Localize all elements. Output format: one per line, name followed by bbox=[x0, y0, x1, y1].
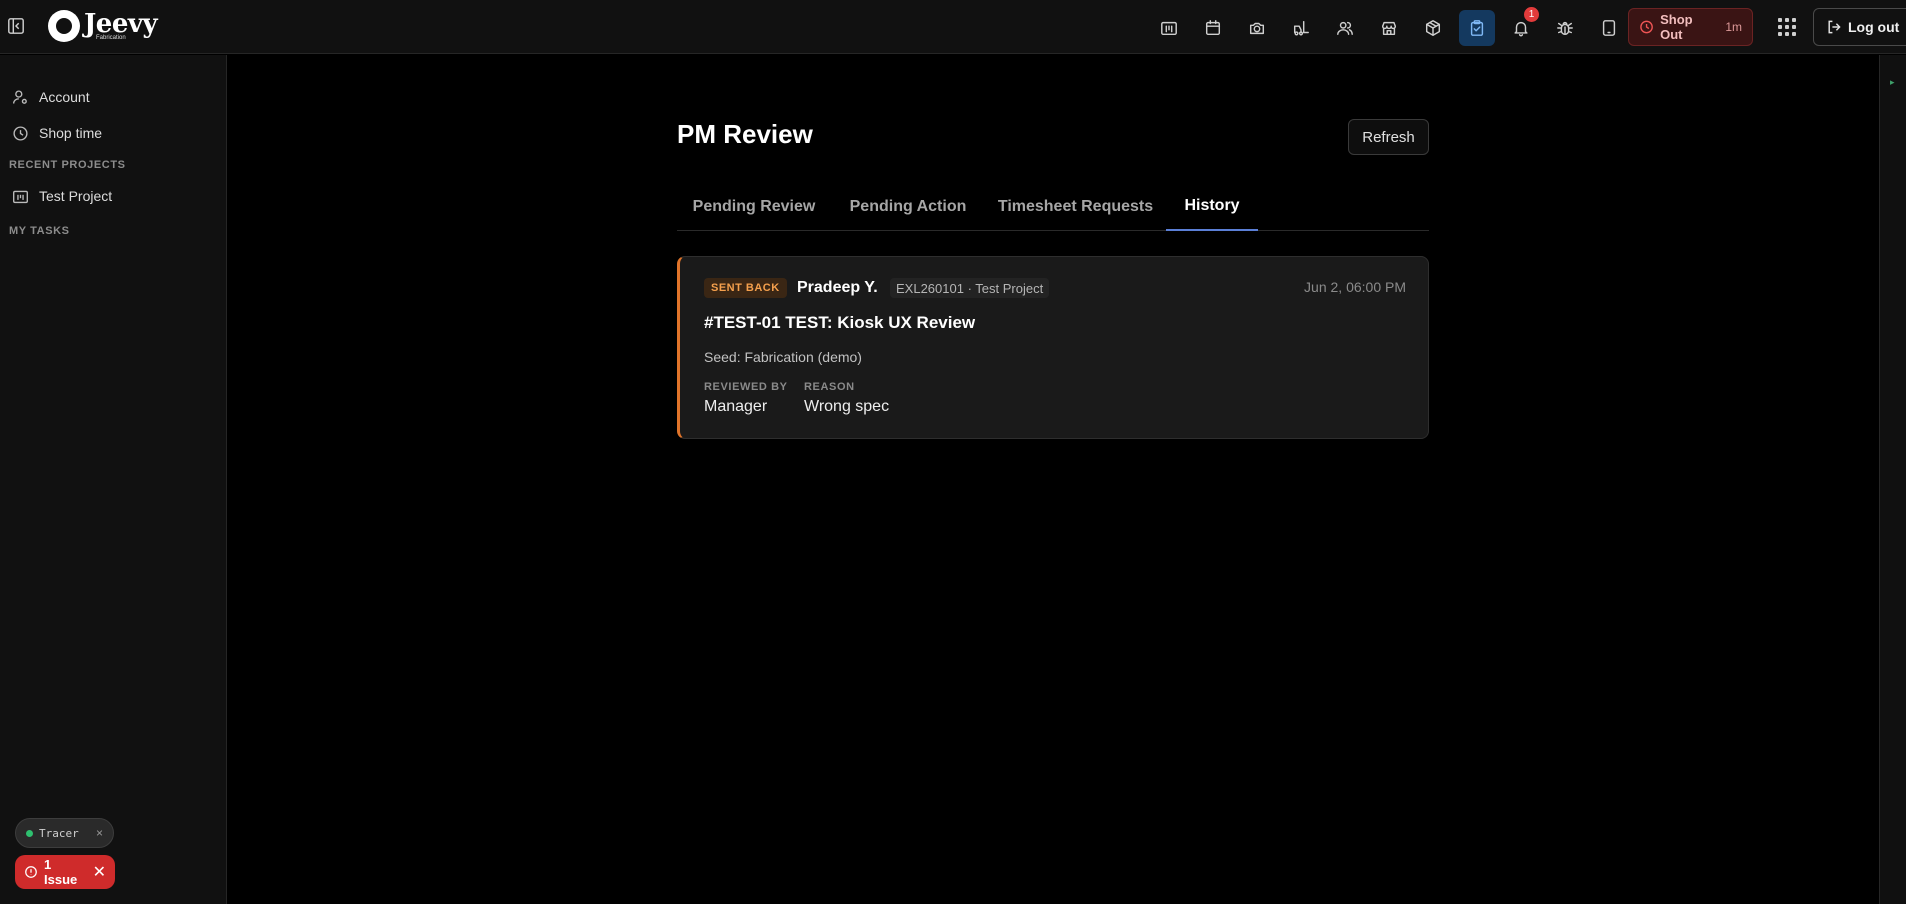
history-card[interactable]: SENT BACK Pradeep Y. EXL260101 · Test Pr… bbox=[677, 256, 1429, 439]
sidebar-item-label: Account bbox=[39, 89, 90, 105]
forklift-icon[interactable] bbox=[1283, 10, 1319, 46]
tracer-label: Tracer bbox=[39, 826, 79, 840]
issues-label: 1 Issue bbox=[44, 857, 78, 887]
status-badge: SENT BACK bbox=[704, 278, 787, 298]
tab-pending-action[interactable]: Pending Action bbox=[831, 183, 985, 231]
reviewed-by-value: Manager bbox=[704, 398, 768, 415]
clock-icon bbox=[1640, 20, 1653, 34]
top-nav: 1 bbox=[1151, 7, 1627, 46]
reason-label: REASON bbox=[804, 381, 855, 393]
alert-circle-icon bbox=[25, 866, 37, 878]
shop-out-button[interactable]: Shop Out 1m bbox=[1628, 8, 1753, 46]
bug-icon[interactable] bbox=[1547, 10, 1583, 46]
logo[interactable]: Jeevy Fabrication bbox=[48, 6, 158, 46]
package-icon[interactable] bbox=[1415, 10, 1451, 46]
users-icon[interactable] bbox=[1327, 10, 1363, 46]
sidebar-toggle-icon[interactable] bbox=[6, 16, 26, 36]
timestamp: Jun 2, 06:00 PM bbox=[1304, 279, 1406, 295]
my-tasks-heading: MY TASKS bbox=[9, 225, 70, 237]
seed-text: Seed: Fabrication (demo) bbox=[704, 349, 862, 365]
reason-value: Wrong spec bbox=[804, 398, 890, 415]
sidebar-item-account[interactable]: Account bbox=[12, 84, 90, 110]
right-rail: ▸ bbox=[1879, 55, 1906, 904]
logo-subtitle: Fabrication bbox=[96, 35, 126, 41]
close-icon[interactable]: ✕ bbox=[93, 862, 106, 882]
logout-label: Log out bbox=[1848, 19, 1900, 35]
reason-field: REASON Wrong spec bbox=[804, 381, 889, 416]
tracer-pill[interactable]: Tracer × bbox=[15, 818, 114, 848]
camera-icon[interactable] bbox=[1239, 10, 1275, 46]
store-icon[interactable] bbox=[1371, 10, 1407, 46]
tab-timesheet-requests[interactable]: Timesheet Requests bbox=[985, 183, 1166, 231]
panel-expand-icon[interactable]: ▸ bbox=[1890, 77, 1895, 88]
sidebar-item-label: Shop time bbox=[39, 125, 103, 141]
task-title: #TEST-01 TEST: Kiosk UX Review bbox=[704, 313, 976, 332]
logout-icon bbox=[1828, 20, 1841, 34]
refresh-button[interactable]: Refresh bbox=[1348, 119, 1429, 155]
logout-button[interactable]: Log out bbox=[1813, 8, 1906, 46]
shop-out-label: Shop Out bbox=[1660, 12, 1693, 42]
projects-board-icon bbox=[13, 190, 28, 203]
logo-word: Jeevy bbox=[84, 9, 158, 39]
submitter-name: Pradeep Y. bbox=[797, 279, 878, 296]
sidebar-item-label: Test Project bbox=[39, 188, 113, 204]
apps-grid-icon[interactable] bbox=[1774, 14, 1800, 40]
reviewed-by-label: REVIEWED BY bbox=[704, 381, 788, 393]
project-chip: EXL260101 · Test Project bbox=[890, 278, 1050, 298]
issues-button[interactable]: 1 Issue ✕ bbox=[15, 855, 115, 889]
tablet-icon[interactable] bbox=[1591, 10, 1627, 46]
recent-projects-heading: RECENT PROJECTS bbox=[9, 159, 126, 171]
review-tabs: Pending Review Pending Action Timesheet … bbox=[677, 183, 1429, 231]
shop-out-duration: 1m bbox=[1725, 20, 1742, 34]
sidebar: Account Shop time RECENT PROJECTS Test P… bbox=[0, 55, 227, 904]
tab-history[interactable]: History bbox=[1166, 183, 1258, 231]
clock-icon bbox=[13, 125, 28, 141]
sidebar-item-test-project[interactable]: Test Project bbox=[12, 183, 112, 209]
bell-icon[interactable]: 1 bbox=[1503, 7, 1539, 46]
tab-pending-review[interactable]: Pending Review bbox=[677, 183, 831, 231]
sidebar-item-shop-time[interactable]: Shop time bbox=[12, 120, 102, 146]
close-icon[interactable]: × bbox=[96, 826, 103, 840]
projects-board-icon[interactable] bbox=[1151, 10, 1187, 46]
clipboard-check-icon[interactable] bbox=[1459, 10, 1495, 46]
page-title: PM Review bbox=[677, 119, 813, 149]
reviewed-by-field: REVIEWED BY Manager bbox=[704, 381, 788, 416]
calendar-icon[interactable] bbox=[1195, 10, 1231, 46]
user-gear-icon bbox=[13, 89, 27, 104]
top-bar: Jeevy Fabrication 1 Shop Out 1m Log out bbox=[0, 0, 1906, 54]
notification-count-badge: 1 bbox=[1524, 7, 1539, 22]
status-dot-icon bbox=[26, 829, 33, 837]
logo-mark-icon bbox=[48, 10, 80, 42]
